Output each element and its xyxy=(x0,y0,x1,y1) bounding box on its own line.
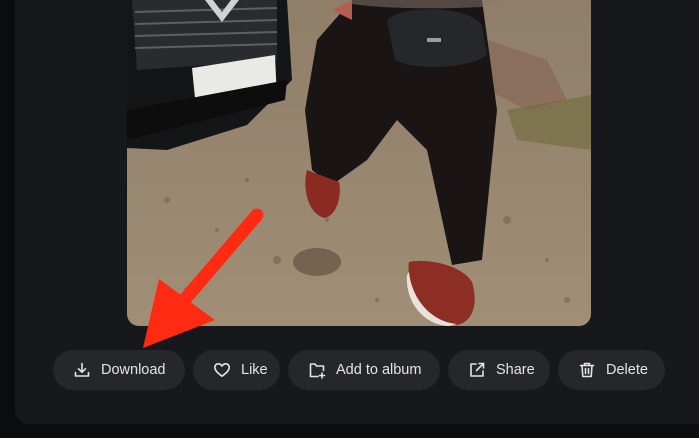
share-button[interactable]: Share xyxy=(448,350,550,390)
share-label: Share xyxy=(496,362,535,378)
delete-button[interactable]: Delete xyxy=(558,350,665,390)
trash-icon xyxy=(578,361,596,379)
add-to-album-icon xyxy=(308,361,326,379)
video-frame-image[interactable] xyxy=(127,0,591,326)
add-to-album-label: Add to album xyxy=(336,362,422,378)
photo-action-bar: Download Like Add to album Share Delete xyxy=(0,350,699,390)
delete-label: Delete xyxy=(606,362,648,378)
add-to-album-button[interactable]: Add to album xyxy=(288,350,440,390)
like-button[interactable]: Like xyxy=(193,350,280,390)
heart-icon xyxy=(213,361,231,379)
share-icon xyxy=(468,361,486,379)
download-button[interactable]: Download xyxy=(53,350,185,390)
download-icon xyxy=(73,361,91,379)
like-label: Like xyxy=(241,362,268,378)
download-label: Download xyxy=(101,362,166,378)
